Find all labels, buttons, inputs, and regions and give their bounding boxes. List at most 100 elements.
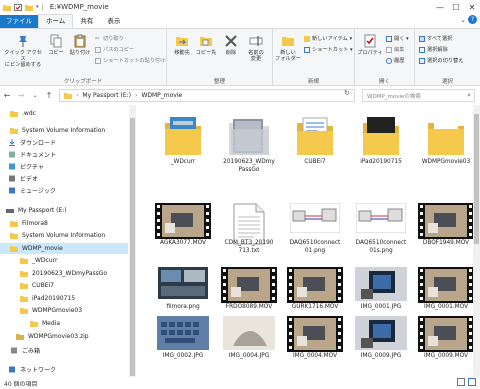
sidebar-item[interactable]: My Passport (E:) bbox=[0, 205, 128, 216]
sidebar-item[interactable]: CUBEi7 bbox=[0, 280, 128, 291]
history-button[interactable]: 履歴 bbox=[386, 57, 404, 64]
sidebar-item[interactable]: System Volume Information bbox=[0, 230, 128, 241]
sidebar-item-label: ネットワーク bbox=[20, 367, 57, 374]
open-button[interactable]: 開く ▾ bbox=[386, 35, 409, 42]
copy-path-button[interactable]: パスのコピー bbox=[95, 46, 134, 53]
minimize-button[interactable]: — bbox=[432, 0, 448, 14]
file-item[interactable]: CDM_BT3_20190 713.txt bbox=[217, 201, 281, 261]
tab-share[interactable]: 共有 bbox=[73, 15, 100, 28]
copy-label: コピー bbox=[48, 50, 64, 56]
shortcut-label: ショートカット ▾ bbox=[312, 47, 353, 53]
sidebar-item[interactable]: ミュージック bbox=[0, 185, 128, 196]
forward-arrow-icon[interactable]: → bbox=[14, 91, 28, 100]
image-thumbnail bbox=[355, 316, 407, 352]
dropdown-icon[interactable]: ▾ bbox=[36, 4, 39, 10]
help-icon[interactable]: ? bbox=[468, 15, 477, 24]
breadcrumb-drive[interactable]: My Passport (E:) bbox=[82, 92, 131, 99]
large-icons-view-icon[interactable] bbox=[468, 378, 476, 386]
refresh-icon[interactable]: ↻ bbox=[344, 89, 350, 97]
file-item[interactable]: 20190623_WDmy PassGo bbox=[217, 109, 281, 197]
delete-icon bbox=[225, 35, 237, 47]
file-item[interactable]: _WDcurr bbox=[151, 109, 215, 197]
edit-button[interactable]: 編集 bbox=[386, 46, 404, 53]
sidebar-item[interactable]: ごみ箱 bbox=[0, 345, 128, 356]
sidebar-item[interactable]: iPad20190715 bbox=[0, 293, 128, 304]
sidebar-item[interactable]: WDMP_movie bbox=[0, 243, 128, 254]
details-view-icon[interactable] bbox=[457, 378, 465, 386]
file-item[interactable]: IMG_0002.JPG bbox=[151, 314, 215, 374]
tab-view[interactable]: 表示 bbox=[100, 15, 127, 28]
rename-button[interactable]: 名前の 変更 bbox=[245, 34, 267, 62]
close-button[interactable]: ✕ bbox=[464, 0, 480, 14]
window-title: E:¥WDMP_movie bbox=[49, 3, 109, 11]
paste-shortcut-button[interactable]: ショートカットの貼り付け bbox=[95, 57, 165, 64]
new-folder-icon[interactable] bbox=[25, 4, 33, 11]
sidebar-item[interactable]: 20190623_WDmyPassGo bbox=[0, 268, 128, 279]
sidebar-item[interactable]: ダウンロード bbox=[0, 137, 128, 148]
breadcrumb-folder[interactable]: WDMP_movie bbox=[141, 92, 182, 99]
paste-button[interactable]: 貼り付け bbox=[68, 34, 92, 56]
new-folder-button[interactable]: 新しい フォルダー bbox=[275, 34, 301, 62]
file-item[interactable]: DBOF1949.MOV bbox=[414, 201, 473, 261]
image-thumbnail bbox=[157, 316, 209, 352]
edit-icon bbox=[386, 46, 392, 53]
copy-button[interactable]: コピー bbox=[46, 34, 66, 56]
navigation-pane: .wdc System Volume Information ダウンロード ドキュメン… bbox=[0, 105, 136, 377]
checkmark-icon[interactable] bbox=[14, 3, 22, 11]
file-item[interactable]: AGKA3077.MOV bbox=[151, 201, 215, 261]
chevron-down-icon[interactable]: ⌄ bbox=[460, 16, 466, 24]
select-all-button[interactable]: すべて選択 bbox=[419, 35, 452, 42]
file-item[interactable]: DAQ6510connect 01s.png bbox=[349, 201, 413, 261]
recent-dropdown-icon[interactable]: ⌄ bbox=[28, 92, 42, 99]
folder-icon bbox=[10, 221, 18, 227]
organize-group-label: 整理 bbox=[213, 79, 225, 85]
search-input[interactable]: WDMP_movieの検索 ⌕ bbox=[362, 89, 475, 102]
open-group: プロパティ 開く ▾ 編集 履歴 開く bbox=[355, 29, 415, 86]
pin-quick-access-button[interactable]: クイック アクセス にピン留めする bbox=[3, 34, 43, 68]
file-name: _WDcurr bbox=[170, 159, 196, 165]
sidebar-item-label: My Passport (E:) bbox=[18, 207, 67, 214]
sidebar-item-label: Filmora8 bbox=[22, 220, 48, 227]
sidebar-item[interactable]: ビデオ bbox=[0, 173, 128, 184]
scissors-icon: ✂ bbox=[95, 35, 100, 42]
new-item-button[interactable]: 新しいアイテム ▾ bbox=[304, 35, 352, 42]
open-group-label: 開く bbox=[378, 79, 390, 85]
file-item[interactable]: IMG_0004.JPG bbox=[217, 314, 281, 374]
file-item[interactable]: IMG_0009.MOV bbox=[414, 314, 473, 374]
up-arrow-icon[interactable]: ↑ bbox=[42, 91, 56, 100]
navigation-scrollbar-thumb[interactable] bbox=[130, 118, 135, 376]
file-item[interactable]: IMG_0009.JPG bbox=[349, 314, 413, 374]
address-box[interactable]: › My Passport (E:) › WDMP_movie bbox=[59, 89, 355, 102]
select-none-button[interactable]: 選択解除 bbox=[419, 46, 448, 53]
sidebar-item[interactable]: ネットワーク bbox=[0, 364, 128, 375]
file-item[interactable]: IMG_0004.MOV bbox=[283, 314, 347, 374]
video-thumbnail bbox=[418, 316, 473, 354]
file-item[interactable]: iPad20190715 bbox=[349, 109, 413, 197]
sidebar-item[interactable]: Filmora8 bbox=[0, 218, 128, 229]
properties-button[interactable]: プロパティ bbox=[357, 34, 383, 56]
maximize-button[interactable]: ☐ bbox=[448, 0, 464, 14]
shortcut-button[interactable]: ショートカット ▾ bbox=[304, 46, 353, 53]
copy-to-button[interactable]: コピー先 bbox=[195, 34, 217, 56]
back-arrow-icon[interactable]: ← bbox=[0, 91, 14, 100]
file-list: _WDcurr 20190623_WDmy PassGo CUBEi7 iPad201… bbox=[137, 105, 473, 377]
move-to-button[interactable]: 移動先 bbox=[171, 34, 193, 56]
invert-selection-button[interactable]: 選択の切り替え bbox=[419, 57, 463, 64]
clipboard-group: クイック アクセス にピン留めする コピー 貼り付け ✂ 切り取り パスのコピー … bbox=[0, 29, 167, 86]
tab-file[interactable]: ファイル bbox=[0, 15, 38, 28]
sidebar-item[interactable]: _WDcurr bbox=[0, 255, 128, 266]
sidebar-item[interactable]: WDMPGmovie03.zip bbox=[0, 331, 128, 342]
file-item[interactable]: WDMPGmovie03 bbox=[414, 109, 473, 197]
sidebar-item[interactable]: Media bbox=[0, 318, 128, 329]
cut-button[interactable]: ✂ 切り取り bbox=[95, 35, 124, 43]
sidebar-item[interactable]: ドキュメント bbox=[0, 149, 128, 160]
sidebar-item[interactable]: .wdc bbox=[0, 108, 128, 119]
tab-home[interactable]: ホーム bbox=[38, 14, 74, 28]
file-item[interactable]: CUBEi7 bbox=[283, 109, 347, 197]
file-list-scrollbar-thumb[interactable] bbox=[474, 114, 479, 244]
sidebar-item[interactable]: ピクチャ bbox=[0, 161, 128, 172]
delete-button[interactable]: 削除 bbox=[221, 34, 241, 56]
file-item[interactable]: DAQ6510connect 01.png bbox=[283, 201, 347, 261]
sidebar-item[interactable]: WDMPGmovie03 bbox=[0, 305, 128, 316]
sidebar-item[interactable]: System Volume Information bbox=[0, 125, 128, 136]
